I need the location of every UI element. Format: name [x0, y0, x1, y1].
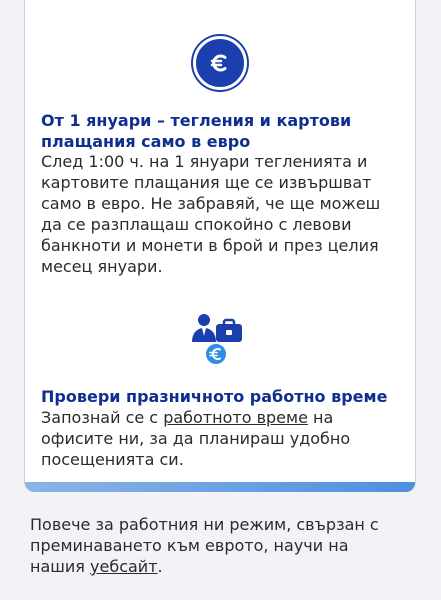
footer-text-before-link: Повече за работния ни режим, свързан с п…: [30, 515, 379, 576]
section-text-working-hours: Запознай се с работното време на офисите…: [41, 407, 403, 470]
office-icon-wrap: [25, 312, 415, 368]
website-link[interactable]: уебсайт: [90, 557, 158, 576]
euro-icon-wrap: [25, 36, 415, 90]
office-hours-icon: [192, 314, 242, 366]
card-bottom-accent: [25, 482, 415, 492]
section-text-before-link: Запознай се с: [41, 408, 164, 427]
footer-text: Повече за работния ни режим, свързан с п…: [30, 514, 390, 577]
info-card: От 1 януари – тегления и картови плащани…: [24, 0, 416, 492]
section-text-euro-payments: След 1:00 ч. на 1 януари тегленията и ка…: [41, 152, 381, 276]
page: От 1 януари – тегления и картови плащани…: [0, 0, 441, 600]
section-title-euro-payments: От 1 януари – тегления и картови плащани…: [41, 111, 352, 151]
section-title-working-hours: Провери празничното работно време: [41, 387, 388, 406]
euro-symbol-icon: [210, 54, 227, 72]
working-hours-link[interactable]: работното време: [163, 408, 308, 427]
footer-text-after-link: .: [157, 557, 163, 576]
euro-coin-icon: [193, 36, 247, 90]
